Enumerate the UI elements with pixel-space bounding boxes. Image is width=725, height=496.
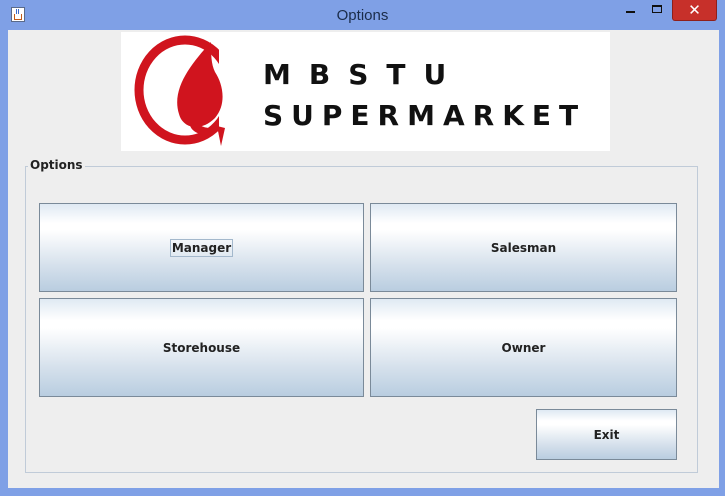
owner-button-label: Owner [501, 340, 546, 355]
manager-button[interactable]: Manager [39, 203, 364, 292]
owner-button[interactable]: Owner [370, 298, 677, 397]
application-window: Options ✕ MBSTU SUPERMARKET Options Mana [0, 0, 725, 496]
maximize-button[interactable] [645, 0, 671, 21]
salesman-button[interactable]: Salesman [370, 203, 677, 292]
storehouse-button[interactable]: Storehouse [39, 298, 364, 397]
maximize-icon [652, 5, 662, 13]
exit-button-label: Exit [593, 427, 620, 442]
red-flame-logo [134, 34, 251, 146]
banner-title-line2: SUPERMARKET [263, 99, 587, 132]
salesman-button-label: Salesman [490, 240, 557, 255]
banner: MBSTU SUPERMARKET [121, 32, 610, 151]
close-button[interactable]: ✕ [672, 0, 717, 21]
content-panel: MBSTU SUPERMARKET Options Manager Salesm… [8, 30, 719, 488]
minimize-icon [626, 11, 635, 13]
storehouse-button-label: Storehouse [162, 340, 241, 355]
close-icon: ✕ [688, 1, 701, 19]
minimize-button[interactable] [617, 0, 645, 21]
exit-button[interactable]: Exit [536, 409, 677, 460]
banner-title-line1: MBSTU [263, 58, 465, 91]
title-bar[interactable]: Options ✕ [0, 0, 725, 30]
manager-button-label: Manager [169, 238, 234, 257]
options-group-title: Options [28, 158, 85, 172]
